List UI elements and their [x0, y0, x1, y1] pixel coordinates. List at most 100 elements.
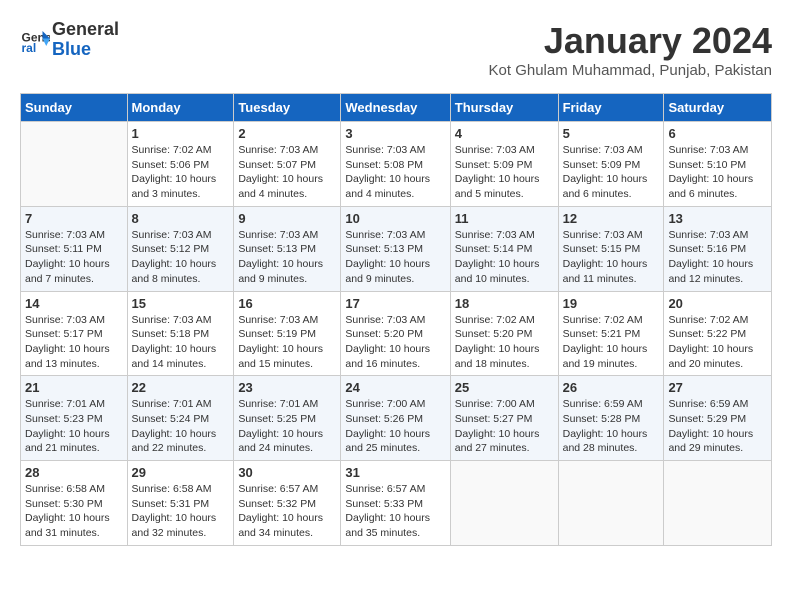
day-info: Sunrise: 7:00 AMSunset: 5:27 PMDaylight:…: [455, 397, 554, 456]
header-wednesday: Wednesday: [341, 94, 450, 122]
day-number: 17: [345, 296, 445, 311]
day-number: 24: [345, 380, 445, 395]
calendar-cell: 13 Sunrise: 7:03 AMSunset: 5:16 PMDayligh…: [664, 206, 772, 291]
day-info: Sunrise: 7:03 AMSunset: 5:16 PMDaylight:…: [668, 228, 767, 287]
location-title: Kot Ghulam Muhammad, Punjab, Pakistan: [489, 62, 772, 79]
calendar-cell: 1Sunrise: 7:02 AMSunset: 5:06 PMDaylight…: [127, 122, 234, 207]
calendar-table: SundayMondayTuesdayWednesdayThursdayFrid…: [20, 93, 772, 546]
header-saturday: Saturday: [664, 94, 772, 122]
day-number: 27: [668, 380, 767, 395]
day-number: 28: [25, 465, 123, 480]
logo-line2: Blue: [52, 39, 91, 59]
day-info: Sunrise: 7:02 AMSunset: 5:20 PMDaylight:…: [455, 313, 554, 372]
day-info: Sunrise: 7:00 AMSunset: 5:26 PMDaylight:…: [345, 397, 445, 456]
day-info: Sunrise: 7:03 AMSunset: 5:09 PMDaylight:…: [563, 143, 660, 202]
calendar-cell: 24 Sunrise: 7:00 AMSunset: 5:26 PMDayligh…: [341, 376, 450, 461]
day-number: 4: [455, 126, 554, 141]
day-number: 10: [345, 211, 445, 226]
calendar-week-1: 1Sunrise: 7:02 AMSunset: 5:06 PMDaylight…: [21, 122, 772, 207]
calendar-cell: 4 Sunrise: 7:03 AMSunset: 5:09 PMDaylight…: [450, 122, 558, 207]
day-info: Sunrise: 7:03 AMSunset: 5:09 PMDaylight:…: [455, 143, 554, 202]
day-info: Sunrise: 7:03 AMSunset: 5:13 PMDaylight:…: [238, 228, 336, 287]
header-monday: Monday: [127, 94, 234, 122]
day-info: Sunrise: 7:03 AMSunset: 5:18 PMDaylight:…: [132, 313, 230, 372]
calendar-cell: 30 Sunrise: 6:57 AMSunset: 5:32 PMDayligh…: [234, 461, 341, 546]
calendar-cell: 21 Sunrise: 7:01 AMSunset: 5:23 PMDayligh…: [21, 376, 128, 461]
header-thursday: Thursday: [450, 94, 558, 122]
calendar-cell: 6 Sunrise: 7:03 AMSunset: 5:10 PMDaylight…: [664, 122, 772, 207]
day-info: Sunrise: 7:03 AMSunset: 5:20 PMDaylight:…: [345, 313, 445, 372]
day-number: 20: [668, 296, 767, 311]
header-tuesday: Tuesday: [234, 94, 341, 122]
calendar-cell: 27Sunrise: 6:59 AMSunset: 5:29 PMDayligh…: [664, 376, 772, 461]
calendar-week-4: 21 Sunrise: 7:01 AMSunset: 5:23 PMDayligh…: [21, 376, 772, 461]
day-number: 3: [345, 126, 445, 141]
calendar-cell: 5Sunrise: 7:03 AMSunset: 5:09 PMDaylight…: [558, 122, 664, 207]
calendar-cell: [450, 461, 558, 546]
calendar-cell: 2 Sunrise: 7:03 AMSunset: 5:07 PMDaylight…: [234, 122, 341, 207]
calendar-cell: 31 Sunrise: 6:57 AMSunset: 5:33 PMDayligh…: [341, 461, 450, 546]
calendar-cell: [21, 122, 128, 207]
title-section: January 2024 Kot Ghulam Muhammad, Punjab…: [489, 20, 772, 79]
calendar-cell: 3 Sunrise: 7:03 AMSunset: 5:08 PMDaylight…: [341, 122, 450, 207]
calendar-cell: 10 Sunrise: 7:03 AMSunset: 5:13 PMDayligh…: [341, 206, 450, 291]
calendar-cell: [558, 461, 664, 546]
calendar-cell: 28 Sunrise: 6:58 AMSunset: 5:30 PMDayligh…: [21, 461, 128, 546]
calendar-week-5: 28 Sunrise: 6:58 AMSunset: 5:30 PMDayligh…: [21, 461, 772, 546]
calendar-cell: 17 Sunrise: 7:03 AMSunset: 5:20 PMDayligh…: [341, 291, 450, 376]
calendar-cell: 18 Sunrise: 7:02 AMSunset: 5:20 PMDayligh…: [450, 291, 558, 376]
day-number: 2: [238, 126, 336, 141]
day-info: Sunrise: 7:03 AMSunset: 5:17 PMDaylight:…: [25, 313, 123, 372]
day-number: 8: [132, 211, 230, 226]
calendar-cell: 11Sunrise: 7:03 AMSunset: 5:14 PMDayligh…: [450, 206, 558, 291]
day-info: Sunrise: 7:03 AMSunset: 5:07 PMDaylight:…: [238, 143, 336, 202]
logo-line1: General: [52, 19, 119, 39]
day-number: 26: [563, 380, 660, 395]
calendar-cell: 25 Sunrise: 7:00 AMSunset: 5:27 PMDayligh…: [450, 376, 558, 461]
calendar-cell: 29 Sunrise: 6:58 AMSunset: 5:31 PMDayligh…: [127, 461, 234, 546]
day-number: 15: [132, 296, 230, 311]
svg-text:ral: ral: [22, 41, 37, 55]
day-info: Sunrise: 7:03 AMSunset: 5:10 PMDaylight:…: [668, 143, 767, 202]
day-info: Sunrise: 7:01 AMSunset: 5:23 PMDaylight:…: [25, 397, 123, 456]
day-number: 25: [455, 380, 554, 395]
day-number: 23: [238, 380, 336, 395]
calendar-cell: [664, 461, 772, 546]
calendar-cell: 7Sunrise: 7:03 AMSunset: 5:11 PMDaylight…: [21, 206, 128, 291]
calendar-cell: 8 Sunrise: 7:03 AMSunset: 5:12 PMDaylight…: [127, 206, 234, 291]
day-number: 9: [238, 211, 336, 226]
day-number: 29: [132, 465, 230, 480]
calendar-cell: 14Sunrise: 7:03 AMSunset: 5:17 PMDayligh…: [21, 291, 128, 376]
calendar-cell: 16Sunrise: 7:03 AMSunset: 5:19 PMDayligh…: [234, 291, 341, 376]
day-info: Sunrise: 7:03 AMSunset: 5:14 PMDaylight:…: [455, 228, 554, 287]
day-number: 19: [563, 296, 660, 311]
day-info: Sunrise: 7:02 AMSunset: 5:21 PMDaylight:…: [563, 313, 660, 372]
day-info: Sunrise: 7:01 AMSunset: 5:25 PMDaylight:…: [238, 397, 336, 456]
day-info: Sunrise: 7:03 AMSunset: 5:11 PMDaylight:…: [25, 228, 123, 287]
day-number: 16: [238, 296, 336, 311]
calendar-cell: 19 Sunrise: 7:02 AMSunset: 5:21 PMDayligh…: [558, 291, 664, 376]
day-number: 22: [132, 380, 230, 395]
day-info: Sunrise: 7:03 AMSunset: 5:08 PMDaylight:…: [345, 143, 445, 202]
header-friday: Friday: [558, 94, 664, 122]
calendar-cell: 26 Sunrise: 6:59 AMSunset: 5:28 PMDayligh…: [558, 376, 664, 461]
day-info: Sunrise: 6:59 AMSunset: 5:28 PMDaylight:…: [563, 397, 660, 456]
day-info: Sunrise: 7:02 AMSunset: 5:06 PMDaylight:…: [132, 143, 230, 202]
logo: Gene ral General Blue: [20, 20, 119, 60]
day-number: 21: [25, 380, 123, 395]
calendar-cell: 9 Sunrise: 7:03 AMSunset: 5:13 PMDaylight…: [234, 206, 341, 291]
day-info: Sunrise: 7:03 AMSunset: 5:12 PMDaylight:…: [132, 228, 230, 287]
month-title: January 2024: [489, 20, 772, 62]
day-number: 6: [668, 126, 767, 141]
day-info: Sunrise: 6:57 AMSunset: 5:32 PMDaylight:…: [238, 482, 336, 541]
day-info: Sunrise: 6:57 AMSunset: 5:33 PMDaylight:…: [345, 482, 445, 541]
calendar-cell: 15 Sunrise: 7:03 AMSunset: 5:18 PMDayligh…: [127, 291, 234, 376]
day-info: Sunrise: 7:03 AMSunset: 5:13 PMDaylight:…: [345, 228, 445, 287]
day-info: Sunrise: 6:58 AMSunset: 5:30 PMDaylight:…: [25, 482, 123, 541]
day-number: 31: [345, 465, 445, 480]
day-number: 30: [238, 465, 336, 480]
day-info: Sunrise: 6:58 AMSunset: 5:31 PMDaylight:…: [132, 482, 230, 541]
calendar-cell: 12Sunrise: 7:03 AMSunset: 5:15 PMDayligh…: [558, 206, 664, 291]
day-number: 13: [668, 211, 767, 226]
day-number: 18: [455, 296, 554, 311]
